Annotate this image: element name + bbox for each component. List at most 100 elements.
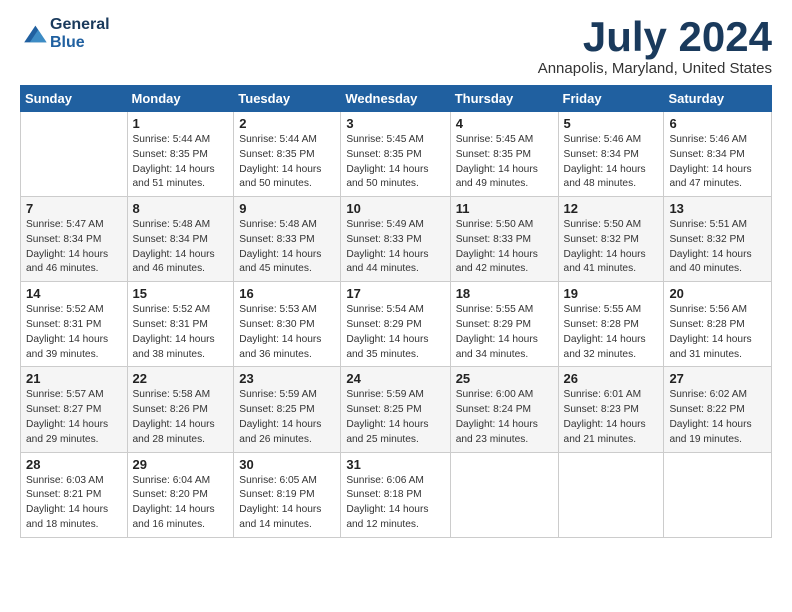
page: General Blue July 2024 Annapolis, Maryla…: [0, 0, 792, 548]
logo-general: General: [50, 16, 110, 33]
table-row: 13Sunrise: 5:51 AMSunset: 8:32 PMDayligh…: [664, 197, 772, 282]
table-row: 14 Sunrise: 5:52 AMSunset: 8:31 PMDayligh…: [21, 282, 128, 367]
day-number: 16: [239, 286, 335, 301]
day-number: 17: [346, 286, 444, 301]
calendar-week-3: 21 Sunrise: 5:57 AMSunset: 8:27 PMDayligh…: [21, 367, 772, 452]
table-row: 22Sunrise: 5:58 AMSunset: 8:26 PMDayligh…: [127, 367, 234, 452]
table-row: 16 Sunrise: 5:53 AMSunset: 8:30 PMDayligh…: [234, 282, 341, 367]
calendar-week-4: 28 Sunrise: 6:03 AMSunset: 8:21 PMDayligh…: [21, 452, 772, 537]
table-row: 6 Sunrise: 5:46 AMSunset: 8:34 PMDaylight…: [664, 112, 772, 197]
day-number: 8: [133, 201, 229, 216]
day-number: 1: [133, 116, 229, 131]
table-row: 2 Sunrise: 5:44 AMSunset: 8:35 PMDaylight…: [234, 112, 341, 197]
calendar-header-row: Sunday Monday Tuesday Wednesday Thursday…: [21, 86, 772, 112]
day-info: Sunrise: 5:54 AMSunset: 8:29 PMDaylight:…: [346, 303, 444, 362]
day-number: 28: [26, 457, 122, 472]
day-number: 31: [346, 457, 444, 472]
table-row: [558, 452, 664, 537]
day-info: Sunrise: 5:55 AMSunset: 8:28 PMDaylight:…: [564, 303, 659, 362]
day-info: Sunrise: 6:04 AMSunset: 8:20 PMDaylight:…: [133, 474, 229, 533]
table-row: [450, 452, 558, 537]
day-number: 24: [346, 371, 444, 386]
day-number: 30: [239, 457, 335, 472]
day-number: 25: [456, 371, 553, 386]
day-info: Sunrise: 5:50 AMSunset: 8:33 PMDaylight:…: [456, 218, 553, 277]
col-monday: Monday: [127, 86, 234, 112]
day-info: Sunrise: 6:01 AMSunset: 8:23 PMDaylight:…: [564, 388, 659, 447]
day-number: 12: [564, 201, 659, 216]
day-info: Sunrise: 6:02 AMSunset: 8:22 PMDaylight:…: [669, 388, 766, 447]
day-number: 19: [564, 286, 659, 301]
day-info: Sunrise: 5:59 AMSunset: 8:25 PMDaylight:…: [239, 388, 335, 447]
day-info: Sunrise: 5:47 AMSunset: 8:34 PMDaylight:…: [26, 218, 122, 277]
table-row: 18 Sunrise: 5:55 AMSunset: 8:29 PMDayligh…: [450, 282, 558, 367]
day-number: 14: [26, 286, 122, 301]
header: General Blue July 2024 Annapolis, Maryla…: [20, 16, 772, 77]
table-row: 8 Sunrise: 5:48 AMSunset: 8:34 PMDaylight…: [127, 197, 234, 282]
col-saturday: Saturday: [664, 86, 772, 112]
table-row: 5Sunrise: 5:46 AMSunset: 8:34 PMDaylight…: [558, 112, 664, 197]
table-row: 12 Sunrise: 5:50 AMSunset: 8:32 PMDayligh…: [558, 197, 664, 282]
day-info: Sunrise: 5:57 AMSunset: 8:27 PMDaylight:…: [26, 388, 122, 447]
table-row: 29Sunrise: 6:04 AMSunset: 8:20 PMDayligh…: [127, 452, 234, 537]
day-info: Sunrise: 5:56 AMSunset: 8:28 PMDaylight:…: [669, 303, 766, 362]
day-info: Sunrise: 5:52 AMSunset: 8:31 PMDaylight:…: [26, 303, 122, 362]
table-row: 15 Sunrise: 5:52 AMSunset: 8:31 PMDayligh…: [127, 282, 234, 367]
day-info: Sunrise: 5:53 AMSunset: 8:30 PMDaylight:…: [239, 303, 335, 362]
table-row: 27 Sunrise: 6:02 AMSunset: 8:22 PMDayligh…: [664, 367, 772, 452]
table-row: 11 Sunrise: 5:50 AMSunset: 8:33 PMDayligh…: [450, 197, 558, 282]
day-info: Sunrise: 5:51 AMSunset: 8:32 PMDaylight:…: [669, 218, 766, 277]
day-info: Sunrise: 5:46 AMSunset: 8:34 PMDaylight:…: [669, 133, 766, 192]
col-wednesday: Wednesday: [341, 86, 450, 112]
logo-blue: Blue: [50, 34, 85, 51]
table-row: 1 Sunrise: 5:44 AMSunset: 8:35 PMDaylight…: [127, 112, 234, 197]
calendar-week-2: 14 Sunrise: 5:52 AMSunset: 8:31 PMDayligh…: [21, 282, 772, 367]
day-info: Sunrise: 5:50 AMSunset: 8:32 PMDaylight:…: [564, 218, 659, 277]
day-number: 21: [26, 371, 122, 386]
table-row: [21, 112, 128, 197]
day-info: Sunrise: 5:59 AMSunset: 8:25 PMDaylight:…: [346, 388, 444, 447]
table-row: 9Sunrise: 5:48 AMSunset: 8:33 PMDaylight…: [234, 197, 341, 282]
calendar-week-1: 7 Sunrise: 5:47 AMSunset: 8:34 PMDaylight…: [21, 197, 772, 282]
logo-text: General Blue: [50, 16, 110, 53]
day-number: 5: [564, 116, 659, 131]
day-info: Sunrise: 5:44 AMSunset: 8:35 PMDaylight:…: [239, 133, 335, 192]
table-row: 19 Sunrise: 5:55 AMSunset: 8:28 PMDayligh…: [558, 282, 664, 367]
day-number: 7: [26, 201, 122, 216]
day-info: Sunrise: 6:06 AMSunset: 8:18 PMDaylight:…: [346, 474, 444, 533]
table-row: 25 Sunrise: 6:00 AMSunset: 8:24 PMDayligh…: [450, 367, 558, 452]
day-number: 2: [239, 116, 335, 131]
day-number: 15: [133, 286, 229, 301]
day-info: Sunrise: 5:52 AMSunset: 8:31 PMDaylight:…: [133, 303, 229, 362]
day-number: 10: [346, 201, 444, 216]
table-row: 26 Sunrise: 6:01 AMSunset: 8:23 PMDayligh…: [558, 367, 664, 452]
logo: General Blue: [20, 16, 110, 53]
location: Annapolis, Maryland, United States: [538, 60, 772, 77]
day-number: 27: [669, 371, 766, 386]
calendar-table: Sunday Monday Tuesday Wednesday Thursday…: [20, 85, 772, 538]
col-friday: Friday: [558, 86, 664, 112]
day-number: 6: [669, 116, 766, 131]
day-number: 18: [456, 286, 553, 301]
day-info: Sunrise: 5:45 AMSunset: 8:35 PMDaylight:…: [346, 133, 444, 192]
day-number: 11: [456, 201, 553, 216]
day-info: Sunrise: 5:48 AMSunset: 8:33 PMDaylight:…: [239, 218, 335, 277]
table-row: 3Sunrise: 5:45 AMSunset: 8:35 PMDaylight…: [341, 112, 450, 197]
title-block: July 2024 Annapolis, Maryland, United St…: [538, 16, 772, 77]
day-info: Sunrise: 5:48 AMSunset: 8:34 PMDaylight:…: [133, 218, 229, 277]
table-row: 21 Sunrise: 5:57 AMSunset: 8:27 PMDayligh…: [21, 367, 128, 452]
day-info: Sunrise: 5:44 AMSunset: 8:35 PMDaylight:…: [133, 133, 229, 192]
day-info: Sunrise: 6:00 AMSunset: 8:24 PMDaylight:…: [456, 388, 553, 447]
col-tuesday: Tuesday: [234, 86, 341, 112]
table-row: 24 Sunrise: 5:59 AMSunset: 8:25 PMDayligh…: [341, 367, 450, 452]
table-row: 17 Sunrise: 5:54 AMSunset: 8:29 PMDayligh…: [341, 282, 450, 367]
day-info: Sunrise: 5:55 AMSunset: 8:29 PMDaylight:…: [456, 303, 553, 362]
table-row: 7 Sunrise: 5:47 AMSunset: 8:34 PMDaylight…: [21, 197, 128, 282]
table-row: 31 Sunrise: 6:06 AMSunset: 8:18 PMDayligh…: [341, 452, 450, 537]
day-info: Sunrise: 6:03 AMSunset: 8:21 PMDaylight:…: [26, 474, 122, 533]
day-number: 26: [564, 371, 659, 386]
day-info: Sunrise: 5:58 AMSunset: 8:26 PMDaylight:…: [133, 388, 229, 447]
month-title: July 2024: [538, 16, 772, 58]
table-row: 30Sunrise: 6:05 AMSunset: 8:19 PMDayligh…: [234, 452, 341, 537]
day-number: 23: [239, 371, 335, 386]
